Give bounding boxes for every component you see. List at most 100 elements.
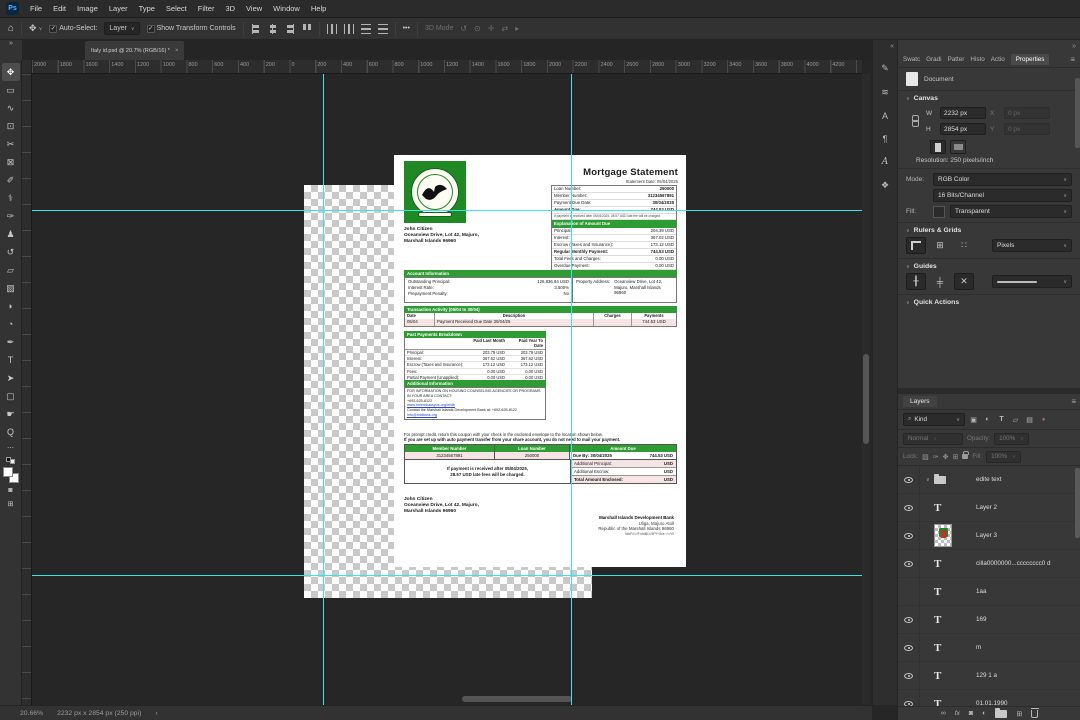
panel-menu-icon[interactable]: ≡ — [1071, 397, 1076, 406]
filter-type-layers-icon[interactable]: T — [996, 416, 1007, 423]
delete-layer-icon[interactable] — [1030, 707, 1039, 718]
eraser-tool[interactable]: ▱ — [2, 261, 20, 279]
canvas-viewport[interactable]: Mortgage Statement Statement Date: 05/04… — [32, 74, 862, 705]
lasso-tool[interactable]: ∿ — [2, 99, 20, 117]
properties-scrollbar[interactable] — [1075, 78, 1080, 148]
3d-panel-icon[interactable]: ❖ — [881, 180, 889, 191]
blur-tool[interactable]: ◗ — [2, 297, 20, 315]
layers-scrollbar[interactable] — [1075, 468, 1080, 538]
lock-artboard-icon[interactable]: ⊞ — [952, 453, 958, 461]
canvas-section-header[interactable]: ∨ Canvas — [906, 95, 1072, 102]
align-center-icon[interactable] — [268, 23, 278, 34]
default-colors-icon[interactable] — [6, 457, 15, 464]
foreground-background-swatches[interactable] — [2, 467, 19, 483]
fill-swatch[interactable] — [933, 205, 945, 218]
show-transform-checkbox[interactable]: ✓ Show Transform Controls — [146, 24, 236, 33]
tab-properties[interactable]: Properties — [1010, 54, 1050, 65]
collapse-panels-button[interactable]: » — [1072, 43, 1076, 50]
ruler-corner[interactable] — [22, 60, 32, 74]
link-dimensions-icon[interactable] — [912, 115, 919, 127]
menu-edit[interactable]: Edit — [53, 4, 66, 13]
tab-gradients[interactable]: Gradi — [926, 56, 941, 63]
quick-mask-button[interactable]: ◙ — [2, 483, 20, 497]
link-layers-icon[interactable]: ∞ — [941, 710, 946, 717]
glyphs-panel-icon[interactable]: A — [882, 157, 889, 167]
move-tool-preset[interactable]: ✥ ∨ — [29, 23, 42, 34]
layer-name[interactable]: 1aa — [976, 588, 987, 595]
frame-tool[interactable]: ⊠ — [2, 153, 20, 171]
layer-row[interactable]: T Layer 2 — [898, 493, 1080, 522]
dodge-tool[interactable]: ◔ — [2, 315, 20, 333]
blend-mode-select[interactable]: Normal — [903, 432, 963, 445]
path-selection-tool[interactable]: ➤ — [2, 369, 20, 387]
lock-all-icon[interactable] — [962, 451, 970, 459]
filter-pixel-layers-icon[interactable]: ▣ — [968, 416, 979, 424]
crop-tool[interactable]: ✂ — [2, 135, 20, 153]
menu-type[interactable]: Type — [139, 4, 155, 13]
document-tab[interactable]: Italy id.psd @ 20.7% (RGB/16) * × — [85, 41, 185, 60]
visibility-toggle[interactable] — [898, 661, 920, 690]
x-field[interactable]: 0 px — [1004, 107, 1050, 119]
add-mask-icon[interactable]: ◙ — [969, 710, 973, 717]
filter-toggle-icon[interactable]: ● — [1038, 417, 1049, 423]
paragraph-panel-icon[interactable]: ¶ — [883, 134, 888, 144]
layer-name[interactable]: 169 — [976, 616, 987, 623]
eyedropper-tool[interactable]: ✐ — [2, 171, 20, 189]
layer-name[interactable]: m — [976, 644, 981, 651]
tab-layers[interactable]: Layers — [903, 396, 937, 407]
mode-select[interactable]: RGB Color — [933, 173, 1072, 186]
tab-swatches[interactable]: Swatc — [903, 56, 920, 63]
auto-select-dropdown[interactable]: Layer — [104, 22, 140, 35]
visibility-toggle[interactable] — [898, 521, 920, 550]
height-field[interactable]: 2854 px — [940, 123, 986, 135]
quick-actions-section-header[interactable]: ∨ Quick Actions — [906, 299, 1072, 306]
chevron-down-icon[interactable]: ∨ — [926, 477, 930, 483]
more-options-button[interactable]: ••• — [403, 25, 410, 32]
tab-histogram[interactable]: Histo — [970, 56, 984, 63]
menu-window[interactable]: Window — [273, 4, 300, 13]
menu-3d[interactable]: 3D — [225, 4, 235, 13]
visibility-toggle[interactable] — [898, 577, 920, 606]
layer-name[interactable]: cilla0000000...cccccccc0 d — [976, 560, 1051, 567]
layer-row[interactable]: T 01.01.1990 — [898, 689, 1080, 706]
portrait-button[interactable] — [930, 140, 946, 154]
align-top-icon[interactable] — [302, 24, 312, 34]
distribute-horizontal-icon[interactable] — [326, 23, 337, 34]
layer-row[interactable]: ∨ edite text — [898, 466, 1080, 494]
menu-file[interactable]: File — [30, 4, 42, 13]
layer-name[interactable]: Layer 3 — [976, 532, 997, 539]
filter-kind-select[interactable]: ⌕ Kind — [903, 413, 965, 426]
history-brush-tool[interactable]: ↺ — [2, 243, 20, 261]
character-panel-icon[interactable]: A — [882, 111, 888, 121]
units-select[interactable]: Pixels — [992, 239, 1072, 252]
lock-transparency-icon[interactable]: ▨ — [922, 453, 929, 461]
toolbar-collapse-button[interactable]: » — [0, 40, 22, 60]
auto-select-checkbox[interactable]: ✓ Auto-Select: — [49, 24, 97, 33]
expand-panels-button[interactable]: « — [890, 43, 894, 50]
brush-tool[interactable]: ✑ — [2, 207, 20, 225]
layer-name[interactable]: edite text — [976, 476, 1002, 483]
layer-row[interactable]: T 1aa — [898, 577, 1080, 606]
move-tool[interactable]: ✥ — [1, 63, 20, 81]
vertical-ruler[interactable] — [22, 74, 32, 705]
toggle-grid-button[interactable]: ⊞ — [930, 237, 950, 254]
brushes-panel-icon[interactable]: ≋ — [881, 87, 889, 98]
pen-tool[interactable]: ✒ — [2, 333, 20, 351]
distribute-centers-icon[interactable] — [343, 23, 354, 34]
horizontal-scrollbar[interactable] — [32, 696, 862, 702]
lock-guides-button[interactable]: ╪ — [930, 273, 950, 290]
history-panel-icon[interactable]: ✎ — [881, 63, 889, 74]
layer-name[interactable]: 129 1 a — [976, 672, 997, 679]
fill-select[interactable]: Transparent — [950, 205, 1072, 218]
opacity-select[interactable]: 100% — [994, 432, 1029, 445]
close-icon[interactable]: × — [175, 48, 179, 54]
filter-adjustment-layers-icon[interactable]: ◐ — [982, 416, 993, 423]
panel-menu-icon[interactable]: ≡ — [1070, 55, 1075, 64]
lock-position-icon[interactable]: ✥ — [943, 453, 949, 461]
hand-tool[interactable]: ☛ — [2, 405, 20, 423]
clear-guides-button[interactable]: ✕ — [954, 273, 974, 290]
screen-mode-button[interactable]: ⊞ — [2, 497, 20, 511]
new-group-icon[interactable] — [995, 707, 1008, 718]
distribute-vertical-icon[interactable] — [361, 24, 371, 34]
gradient-tool[interactable]: ▧ — [2, 279, 20, 297]
